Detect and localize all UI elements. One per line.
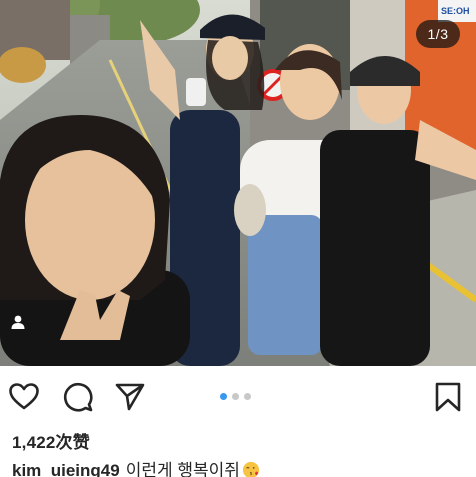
caption-text: 이런게 행복이쥐 xyxy=(125,461,240,477)
carousel-dot-active xyxy=(220,393,227,400)
comment-bubble-icon xyxy=(63,382,93,412)
heart-icon xyxy=(9,383,39,410)
carousel-dot xyxy=(244,393,251,400)
instagram-post: SE:OH 1/3 1,422次赞 kim_uieing49 이런게 행복이쥐 xyxy=(0,0,476,477)
carousel-counter: 1/3 xyxy=(416,20,460,48)
face-blowing-kiss-emoji xyxy=(242,461,260,477)
share-button[interactable] xyxy=(114,381,146,413)
post-photo[interactable]: SE:OH 1/3 xyxy=(0,0,476,366)
like-count[interactable]: 1,422次赞 xyxy=(12,428,90,453)
paper-plane-icon xyxy=(115,383,145,411)
like-button[interactable] xyxy=(8,381,40,413)
user-tag-icon xyxy=(11,315,25,329)
storefront-sign: SE:OH xyxy=(441,6,470,16)
comment-button[interactable] xyxy=(62,381,94,413)
bookmark-icon xyxy=(435,382,461,412)
save-button[interactable] xyxy=(432,381,464,413)
caption-username[interactable]: kim_uieing49 xyxy=(12,461,120,477)
photo-scene: SE:OH xyxy=(0,0,476,366)
post-caption: kim_uieing49 이런게 행복이쥐 xyxy=(12,456,472,477)
tagged-users-button[interactable] xyxy=(10,314,42,346)
carousel-indicator xyxy=(220,393,251,400)
carousel-dot xyxy=(232,393,239,400)
